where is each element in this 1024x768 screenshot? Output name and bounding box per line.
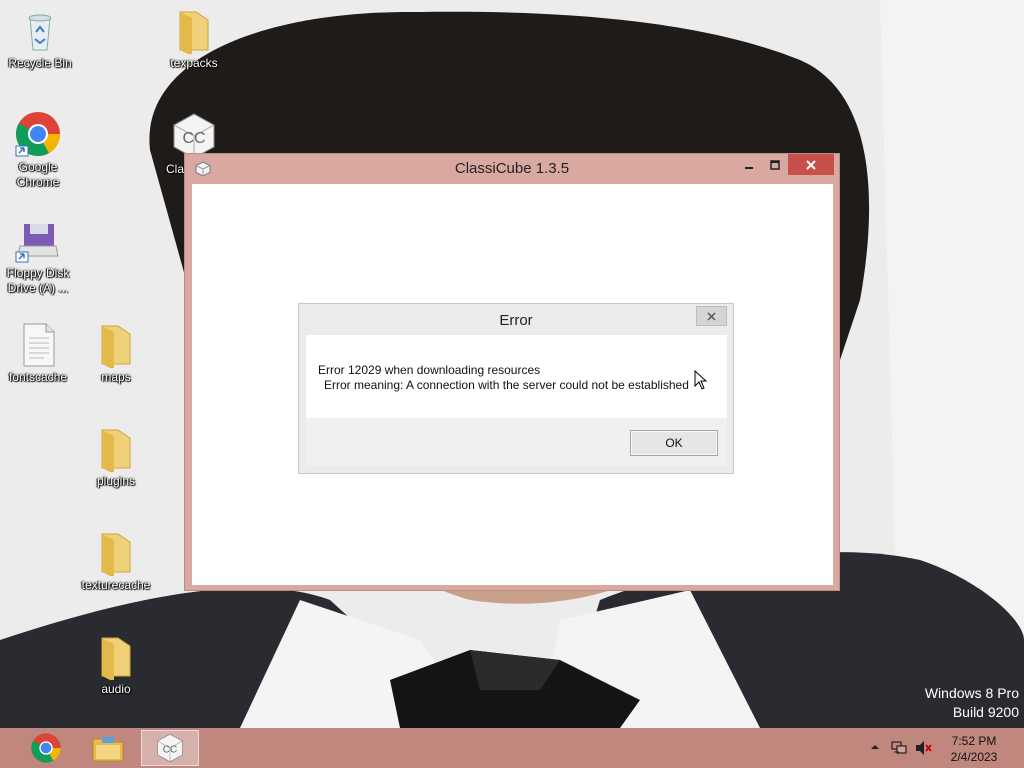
desktop-icon-label: Google Chrome: [16, 160, 60, 189]
recycle-bin-icon: [28, 14, 52, 51]
file-icon: [23, 323, 55, 367]
desktop-icon-label: audio: [101, 682, 131, 696]
maximize-button[interactable]: [762, 154, 788, 175]
maximize-icon: [770, 159, 780, 170]
desktop-icon-label: Floppy Disk Drive (A) ...: [6, 266, 70, 295]
classicube-icon: CC: [157, 733, 183, 763]
dialog-message-area: Error 12029 when downloading resources E…: [306, 335, 727, 418]
taskbar-clock[interactable]: 7:52 PM 2/4/2023: [942, 733, 1006, 765]
taskbar-file-explorer-button[interactable]: [80, 730, 136, 766]
desktop-icon-floppy-disk-drive[interactable]: Floppy Disk Drive (A) ...: [0, 216, 78, 296]
volume-muted-icon[interactable]: [915, 740, 933, 756]
chrome-icon: [15, 112, 60, 157]
folder-icon: [101, 637, 131, 680]
file-explorer-icon: [92, 737, 124, 762]
ok-button[interactable]: OK: [630, 430, 718, 456]
desktop-icon-label: maps: [101, 370, 131, 384]
mouse-cursor-icon: [694, 370, 708, 390]
desktop-icon-fontscache[interactable]: fontscache: [0, 320, 78, 385]
desktop-icon-maps[interactable]: maps: [76, 320, 156, 385]
clock-time: 7:52 PM: [951, 734, 997, 748]
chrome-icon: [31, 733, 61, 763]
watermark-build: Build 9200: [952, 704, 1019, 720]
error-message-line: Error 12029 when downloading resources: [318, 363, 541, 377]
desktop-icon-label: plugins: [96, 474, 136, 488]
taskbar-chrome-button[interactable]: [18, 730, 74, 766]
taskbar-classicube-button[interactable]: CC: [141, 730, 199, 766]
error-meaning-line: Error meaning: A connection with the ser…: [324, 378, 689, 392]
desktop-icon-label: texpacks: [170, 56, 218, 70]
close-icon: [806, 159, 816, 170]
window-titlebar[interactable]: ClassiCube 1.3.5: [185, 154, 839, 184]
desktop-icon-label: fontscache: [8, 370, 68, 384]
network-icon[interactable]: [891, 740, 907, 756]
dialog-close-button[interactable]: [696, 306, 727, 326]
svg-text:CC: CC: [182, 130, 205, 147]
desktop-icon-recycle-bin[interactable]: Recycle Bin: [0, 6, 80, 71]
error-dialog: Error Error 12029 when downloading resou…: [298, 303, 734, 474]
desktop-icon-label: texturecache: [81, 578, 151, 592]
folder-icon: [101, 325, 131, 368]
show-hidden-icons-button[interactable]: [870, 740, 880, 754]
desktop-icon-label: Recycle Bin: [8, 56, 72, 70]
desktop-icon-google-chrome[interactable]: Google Chrome: [0, 110, 78, 190]
folder-icon: [179, 11, 209, 54]
watermark-edition: Windows 8 Pro: [924, 685, 1019, 701]
svg-text:CC: CC: [163, 744, 177, 755]
folder-icon: [101, 429, 131, 472]
windows-watermark: Windows 8 Pro Build 9200: [925, 684, 1019, 722]
close-icon: [707, 311, 716, 321]
desktop-icon-texpacks[interactable]: texpacks: [154, 6, 234, 71]
close-button[interactable]: [788, 154, 834, 175]
folder-icon: [101, 533, 131, 576]
minimize-icon: [745, 166, 753, 169]
desktop-icon-texturecache[interactable]: texturecache: [76, 528, 156, 593]
taskbar: CC 7:52 PM 2/4/2023: [0, 728, 1024, 768]
floppy-disk-icon: [15, 224, 59, 263]
minimize-button[interactable]: [736, 154, 762, 175]
dialog-title: Error: [499, 312, 533, 329]
clock-date: 2/4/2023: [950, 750, 998, 764]
desktop-icon-audio[interactable]: audio: [76, 632, 156, 697]
desktop-icon-plugins[interactable]: plugins: [76, 424, 156, 489]
dialog-button-area: OK: [306, 418, 727, 466]
